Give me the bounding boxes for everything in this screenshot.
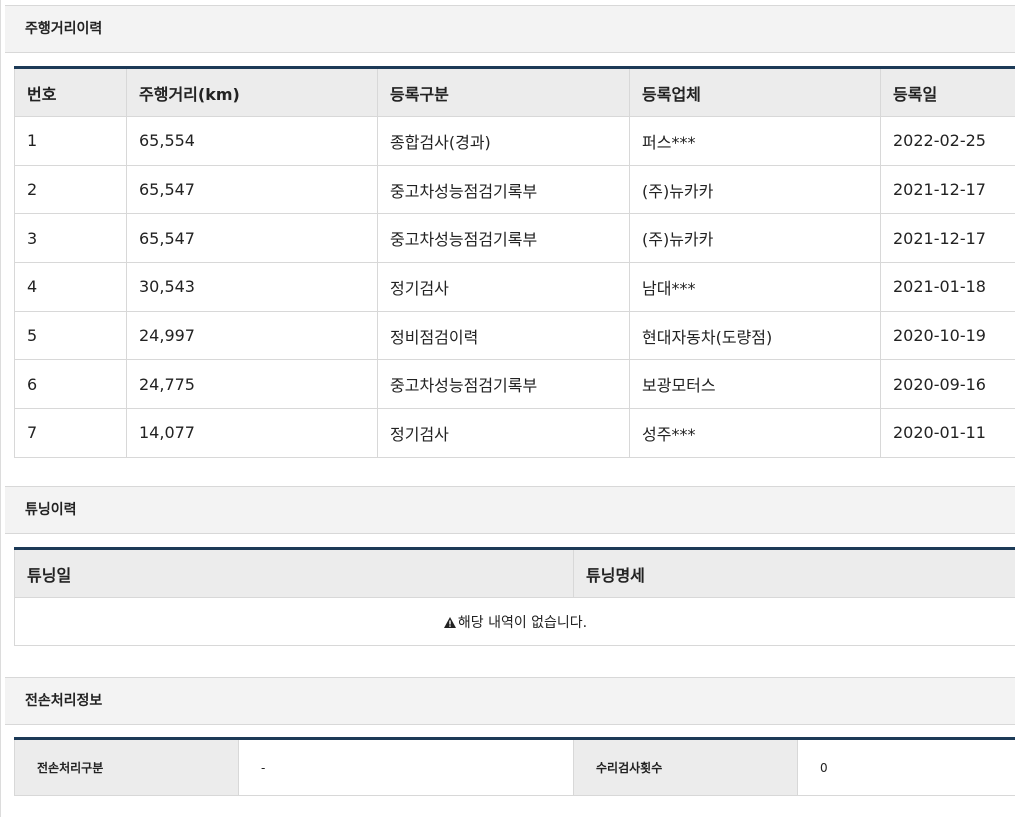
tuning-section-header: 튜닝이력 <box>5 486 1015 534</box>
cell-mileage: 65,554 <box>126 116 378 166</box>
cell-registration-date: 2020-09-16 <box>880 359 1015 410</box>
cell-registrar: 남대*** <box>629 262 881 312</box>
col-header-number: 번호 <box>14 67 127 117</box>
cell-mileage: 30,543 <box>126 262 378 312</box>
loss-info-table: 전손처리구분 - 수리검사횟수 0 <box>14 737 1015 796</box>
cell-mileage: 24,775 <box>126 359 378 410</box>
loss-section-header: 전손처리정보 <box>5 677 1015 725</box>
cell-mileage: 65,547 <box>126 164 378 215</box>
cell-registration-date: 2021-01-18 <box>880 262 1015 312</box>
loss-type-value: - <box>238 738 574 796</box>
mileage-section-header: 주행거리이력 <box>5 5 1015 53</box>
cell-number: 6 <box>14 359 127 410</box>
col-header-tuning-details: 튜닝명세 <box>573 548 1015 598</box>
cell-registrar: 현대자동차(도량점) <box>629 310 881 361</box>
mileage-table: 번호 주행거리(km) 등록구분 등록업체 등록일 1 65,554 종합검사(… <box>14 66 1015 458</box>
col-header-tuning-date: 튜닝일 <box>14 548 574 598</box>
cell-registrar: (주)뉴카카 <box>629 164 881 215</box>
cell-registration-date: 2022-02-25 <box>880 116 1015 166</box>
cell-registration-type: 정비점검이력 <box>377 310 630 361</box>
empty-message: 해당 내역이 없습니다. <box>457 614 588 631</box>
loss-section-title: 전손처리정보 <box>25 693 103 709</box>
empty-message-cell: 해당 내역이 없습니다. <box>14 597 1015 646</box>
cell-number: 1 <box>14 116 127 166</box>
table-row: 1 65,554 종합검사(경과) 퍼스*** 2022-02-25 <box>14 116 1015 166</box>
cell-registration-type: 정기검사 <box>377 262 630 312</box>
mileage-table-header-row: 번호 주행거리(km) 등록구분 등록업체 등록일 <box>14 67 1015 117</box>
cell-registration-date: 2021-12-17 <box>880 213 1015 264</box>
cell-registration-type: 정기검사 <box>377 408 630 458</box>
cell-registrar: 성주*** <box>629 408 881 458</box>
cell-registrar: 퍼스*** <box>629 116 881 166</box>
table-row: 6 24,775 중고차성능점검기록부 보광모터스 2020-09-16 <box>14 359 1015 410</box>
cell-number: 7 <box>14 408 127 458</box>
cell-mileage: 24,997 <box>126 310 378 361</box>
cell-registration-type: 중고차성능점검기록부 <box>377 359 630 410</box>
col-header-registration-type: 등록구분 <box>377 67 630 117</box>
mileage-section-title: 주행거리이력 <box>25 21 103 37</box>
empty-row: 해당 내역이 없습니다. <box>14 597 1015 646</box>
cell-registration-type: 중고차성능점검기록부 <box>377 164 630 215</box>
table-row: 7 14,077 정기검사 성주*** 2020-01-11 <box>14 408 1015 458</box>
cell-mileage: 14,077 <box>126 408 378 458</box>
tuning-section-title: 튜닝이력 <box>25 502 77 518</box>
cell-registration-type: 종합검사(경과) <box>377 116 630 166</box>
tuning-table: 튜닝일 튜닝명세 해당 내역이 없습니다. <box>14 547 1015 646</box>
repair-count-value: 0 <box>797 738 1015 796</box>
cell-registration-date: 2020-01-11 <box>880 408 1015 458</box>
table-row: 3 65,547 중고차성능점검기록부 (주)뉴카카 2021-12-17 <box>14 213 1015 264</box>
cell-number: 2 <box>14 164 127 215</box>
loss-info-row: 전손처리구분 - 수리검사횟수 0 <box>14 738 1015 796</box>
cell-number: 3 <box>14 213 127 264</box>
cell-registrar: (주)뉴카카 <box>629 213 881 264</box>
cell-registrar: 보광모터스 <box>629 359 881 410</box>
cell-registration-date: 2021-12-17 <box>880 164 1015 215</box>
table-row: 2 65,547 중고차성능점검기록부 (주)뉴카카 2021-12-17 <box>14 164 1015 215</box>
tuning-table-header-row: 튜닝일 튜닝명세 <box>14 548 1015 598</box>
vehicle-history-page: 주행거리이력 번호 주행거리(km) 등록구분 등록업체 등록일 1 65,55… <box>0 0 1015 817</box>
warning-icon <box>443 616 456 632</box>
cell-number: 5 <box>14 310 127 361</box>
cell-number: 4 <box>14 262 127 312</box>
loss-type-label: 전손처리구분 <box>14 738 239 796</box>
col-header-registration-date: 등록일 <box>880 67 1015 117</box>
col-header-mileage: 주행거리(km) <box>126 67 378 117</box>
table-row: 4 30,543 정기검사 남대*** 2021-01-18 <box>14 262 1015 312</box>
cell-registration-date: 2020-10-19 <box>880 310 1015 361</box>
cell-registration-type: 중고차성능점검기록부 <box>377 213 630 264</box>
repair-count-label: 수리검사횟수 <box>573 738 798 796</box>
col-header-registrar: 등록업체 <box>629 67 881 117</box>
table-row: 5 24,997 정비점검이력 현대자동차(도량점) 2020-10-19 <box>14 310 1015 361</box>
cell-mileage: 65,547 <box>126 213 378 264</box>
